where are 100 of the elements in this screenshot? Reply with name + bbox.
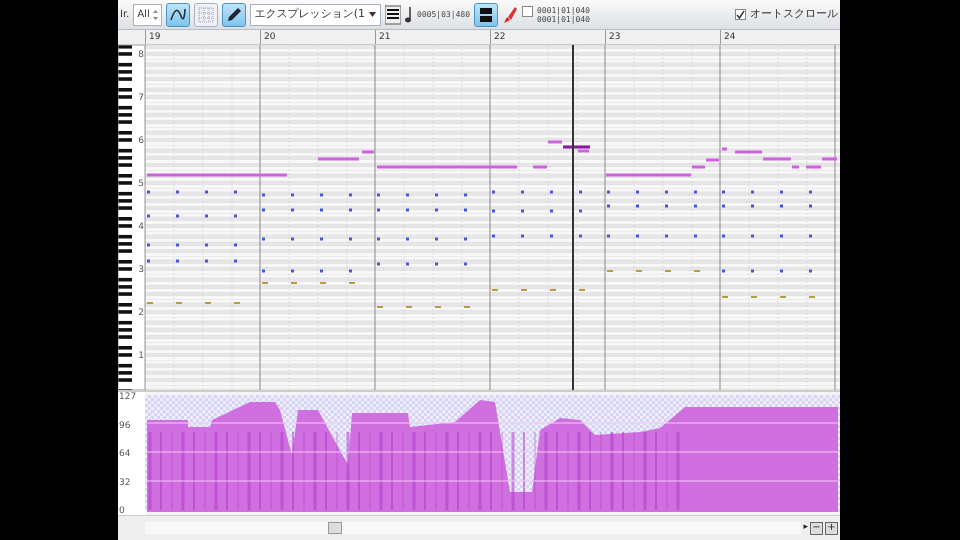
point-marker [521, 190, 524, 194]
point-marker [492, 234, 495, 238]
range-end-readout: 0001|01|040 [537, 14, 590, 24]
point-marker [176, 302, 182, 304]
grid-icon [196, 6, 215, 24]
point-marker [492, 210, 495, 212]
point-marker [435, 238, 438, 240]
measure-number: 21 [375, 30, 490, 44]
point-marker [234, 302, 240, 304]
point-marker [780, 204, 783, 208]
point-marker [349, 208, 352, 212]
point-marker [262, 208, 265, 212]
point-marker [291, 270, 294, 272]
point-marker [435, 306, 441, 308]
track-spinner[interactable]: All [133, 4, 162, 26]
point-marker [464, 306, 470, 308]
point-marker [320, 194, 323, 196]
point-marker [234, 190, 237, 194]
curve-tool-button[interactable] [166, 2, 190, 26]
note-bar [822, 158, 837, 160]
point-marker [607, 204, 610, 208]
point-marker [205, 260, 208, 262]
point-marker [176, 214, 179, 218]
score-icon[interactable] [385, 4, 402, 24]
point-marker [492, 190, 495, 194]
point-marker [607, 190, 610, 194]
point-marker [694, 204, 697, 208]
point-marker [665, 270, 671, 272]
point-marker [406, 208, 409, 212]
range-start-readout: 0001|01|040 [537, 6, 590, 14]
point-marker [435, 194, 438, 196]
point-marker [665, 234, 668, 238]
point-marker [521, 289, 527, 291]
point-marker [751, 234, 754, 238]
point-marker [435, 262, 438, 266]
point-marker [751, 270, 754, 272]
split-view-icon [479, 6, 494, 22]
zoom-button[interactable]: − [810, 522, 823, 534]
measure-number: 20 [260, 30, 375, 44]
point-marker [521, 210, 524, 212]
point-marker [722, 204, 725, 208]
horizontal-scrollbar[interactable] [145, 522, 802, 534]
point-marker [694, 234, 697, 238]
zoom-button[interactable]: + [825, 522, 838, 534]
point-marker [291, 238, 294, 240]
measure-number: 24 [720, 30, 835, 44]
point-marker [205, 214, 208, 218]
point-marker [349, 194, 352, 196]
caret-icon [369, 12, 376, 17]
point-marker [607, 234, 610, 238]
note-icon[interactable] [405, 6, 414, 24]
point-marker [320, 238, 323, 240]
point-marker [234, 260, 237, 262]
point-marker [550, 289, 556, 291]
point-marker [751, 204, 754, 208]
point-marker [809, 234, 812, 238]
point-marker [147, 214, 150, 218]
range-checkbox[interactable] [522, 6, 534, 16]
split-view-button[interactable] [474, 2, 498, 26]
point-marker [636, 234, 639, 238]
point-marker [636, 204, 639, 208]
point-marker [406, 262, 409, 266]
value-tick-label: 127 [119, 392, 136, 402]
point-marker [291, 208, 294, 212]
scroll-right-arrow[interactable]: ▸ [803, 521, 808, 535]
point-marker [579, 190, 582, 194]
point-marker [809, 190, 812, 194]
point-marker [579, 234, 582, 238]
point-marker [550, 210, 553, 212]
point-marker [349, 238, 352, 240]
controller-dropdown[interactable]: エクスプレッション(1 [250, 4, 382, 26]
octave-label: 4 [138, 222, 144, 232]
octave-label: 7 [138, 93, 144, 103]
point-marker [262, 270, 265, 272]
point-marker [234, 214, 237, 218]
point-marker [694, 190, 697, 194]
point-marker [234, 244, 237, 246]
point-marker [579, 289, 585, 291]
value-tick-label: 64 [119, 449, 130, 459]
point-marker [751, 190, 754, 194]
pencil-tool-button[interactable] [222, 2, 246, 26]
point-marker [550, 190, 553, 194]
point-marker [147, 244, 150, 246]
octave-label: 1 [138, 351, 144, 361]
measure-number: 19 [145, 30, 260, 44]
note-bar [763, 158, 791, 160]
note-bar [735, 150, 762, 154]
point-marker [464, 194, 467, 196]
octave-label: 2 [138, 308, 144, 318]
point-marker [780, 270, 783, 272]
point-marker [607, 270, 613, 272]
scroll-thumb[interactable] [328, 522, 342, 534]
note-bar [806, 166, 821, 168]
point-marker [147, 302, 153, 304]
point-marker [205, 190, 208, 194]
point-marker [809, 270, 812, 272]
point-marker [147, 260, 150, 262]
brush-icon[interactable] [502, 4, 518, 24]
point-marker [722, 190, 725, 194]
autoscroll-checkbox[interactable] [735, 9, 746, 20]
